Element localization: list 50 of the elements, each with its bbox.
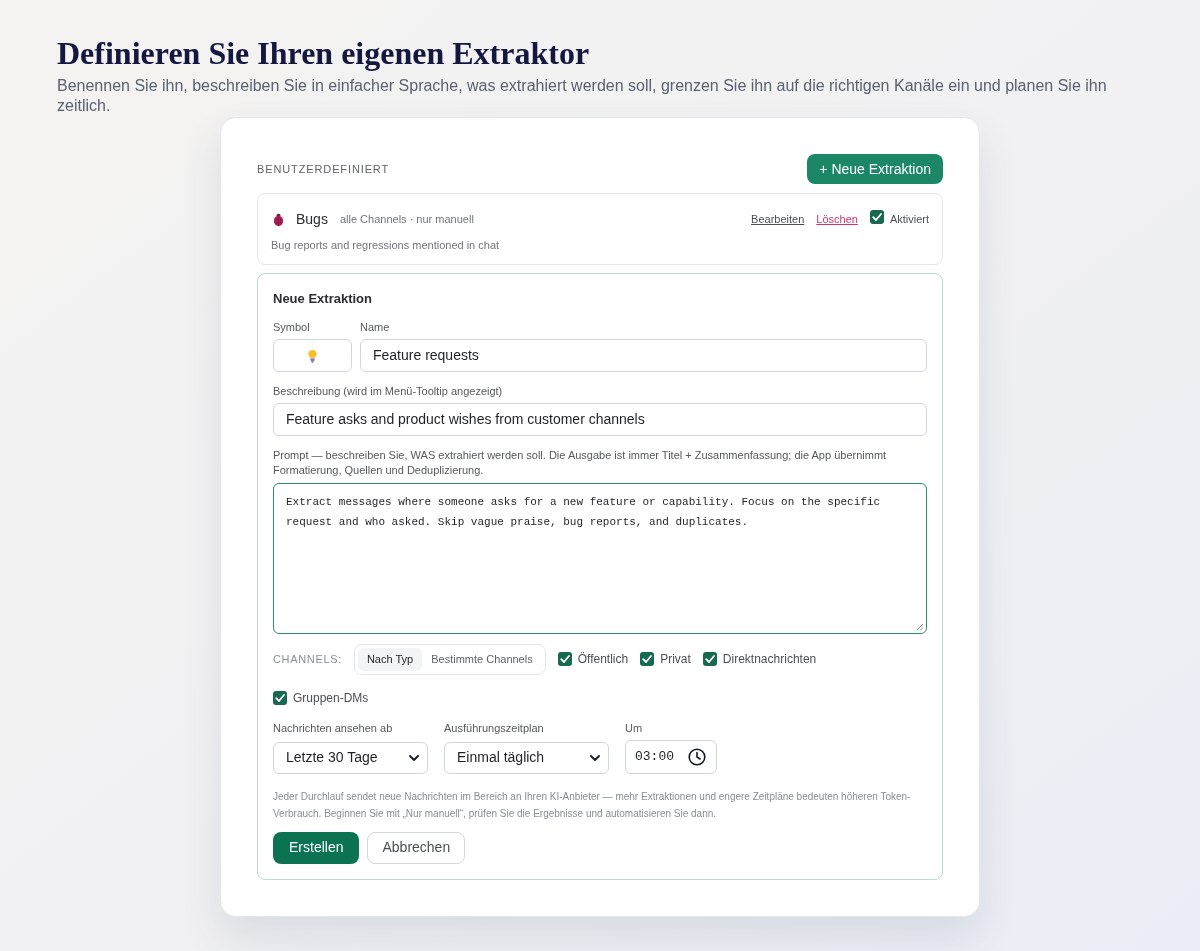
page-subtitle: Benennen Sie ihn, beschreiben Sie in einfacher Sprache, was extrahiert werden soll, grenzen Sie ihn auf die richtigen Kanäle ein und planen Sie ihn zeitlich.	[57, 76, 1108, 116]
chevron-down-icon	[409, 754, 419, 761]
checkbox[interactable]	[273, 690, 287, 705]
page-title: Definieren Sie Ihren eigenen Extraktor	[57, 35, 591, 71]
create-button[interactable]: Erstellen	[273, 831, 360, 864]
extractor-meta: alle Channels · nur manuell	[339, 211, 474, 227]
delete-link[interactable]: Löschen	[816, 210, 858, 228]
description-input[interactable]: Feature asks and product wishes from customer channels	[273, 403, 927, 436]
checkbox-label[interactable]: Direktnachrichten	[722, 650, 817, 669]
resize-handle-icon[interactable]	[916, 623, 924, 631]
field-label: Name	[360, 320, 391, 334]
mode-tab[interactable]: Bestimmte Channels	[422, 648, 542, 671]
edit-link[interactable]: Bearbeiten	[751, 210, 805, 228]
field-label: Ausführungszeitplan	[444, 720, 545, 735]
prompt-textarea[interactable]: Extract messages where someone asks for a new feature or capability. Focus on the specific request and who asked. Skip vague praise, bug reports, and duplicates.	[273, 483, 927, 634]
select-value: Letzte 30 Tage	[286, 748, 378, 767]
checkbox[interactable]	[702, 652, 717, 667]
time-value: 03:00	[635, 747, 674, 766]
section-label: BENUTZERDEFINIERT	[257, 161, 390, 177]
mode-tab[interactable]: Nach Typ	[357, 648, 423, 671]
checkbox[interactable]	[869, 210, 884, 224]
light-bulb-icon	[307, 348, 318, 363]
extractor-name: Bugs	[296, 211, 328, 227]
clock-icon[interactable]	[688, 747, 706, 766]
checkbox-label[interactable]: Privat	[660, 650, 691, 669]
schedule-select[interactable]: Einmal täglich	[444, 741, 609, 774]
lookback-select[interactable]: Letzte 30 Tage	[273, 741, 428, 774]
checkbox-label[interactable]: Gruppen-DMs	[293, 688, 369, 707]
checkbox-label[interactable]: Öffentlich	[577, 650, 629, 669]
form-title: Neue Extraktion	[273, 291, 373, 307]
ladybug-icon	[271, 211, 286, 227]
field-label: Beschreibung (wird im Menü-Tooltip angezeigt)	[273, 384, 504, 398]
prompt-text: Extract messages where someone asks for a new feature or capability. Focus on the specific request and who asked. Skip vague praise, bug reports, and duplicates.	[286, 495, 882, 530]
checkbox-label[interactable]: Aktiviert	[889, 210, 929, 228]
extractor-description: Bug reports and regressions mentioned in chat	[271, 238, 501, 252]
usage-note: Jeder Durchlauf sendet neue Nachrichten im Bereich an Ihren KI-Anbieter — mehr Extraktionen und engere Zeitpläne bedeuten höheren Token-Verbrauch. Beginnen Sie mit „Nur manuell“, prüfen Sie die Ergebnisse und automatisieren Sie dann.	[273, 789, 912, 821]
checkbox[interactable]	[557, 652, 572, 667]
field-label: Symbol	[273, 320, 311, 334]
field-label: Um	[625, 720, 644, 735]
field-label: Nachrichten ansehen ab	[273, 720, 394, 735]
cancel-button[interactable]: Abbrechen	[367, 831, 466, 864]
time-input[interactable]: 03:00	[625, 739, 717, 774]
symbol-field[interactable]	[273, 339, 352, 372]
prompt-label: Prompt — beschreiben Sie, WAS extrahiert werden soll. Die Ausgabe ist immer Titel + Zusammenfassung; die App übernimmt Formatierung, Quellen und Deduplizierung.	[273, 448, 888, 478]
name-input[interactable]: Feature requests	[360, 339, 927, 372]
channels-label: CHANNELS:	[273, 652, 342, 667]
checkbox[interactable]	[640, 652, 655, 667]
chevron-down-icon	[590, 754, 600, 761]
select-value: Einmal täglich	[457, 748, 545, 767]
new-extraction-button[interactable]: + Neue Extraktion	[807, 154, 943, 184]
